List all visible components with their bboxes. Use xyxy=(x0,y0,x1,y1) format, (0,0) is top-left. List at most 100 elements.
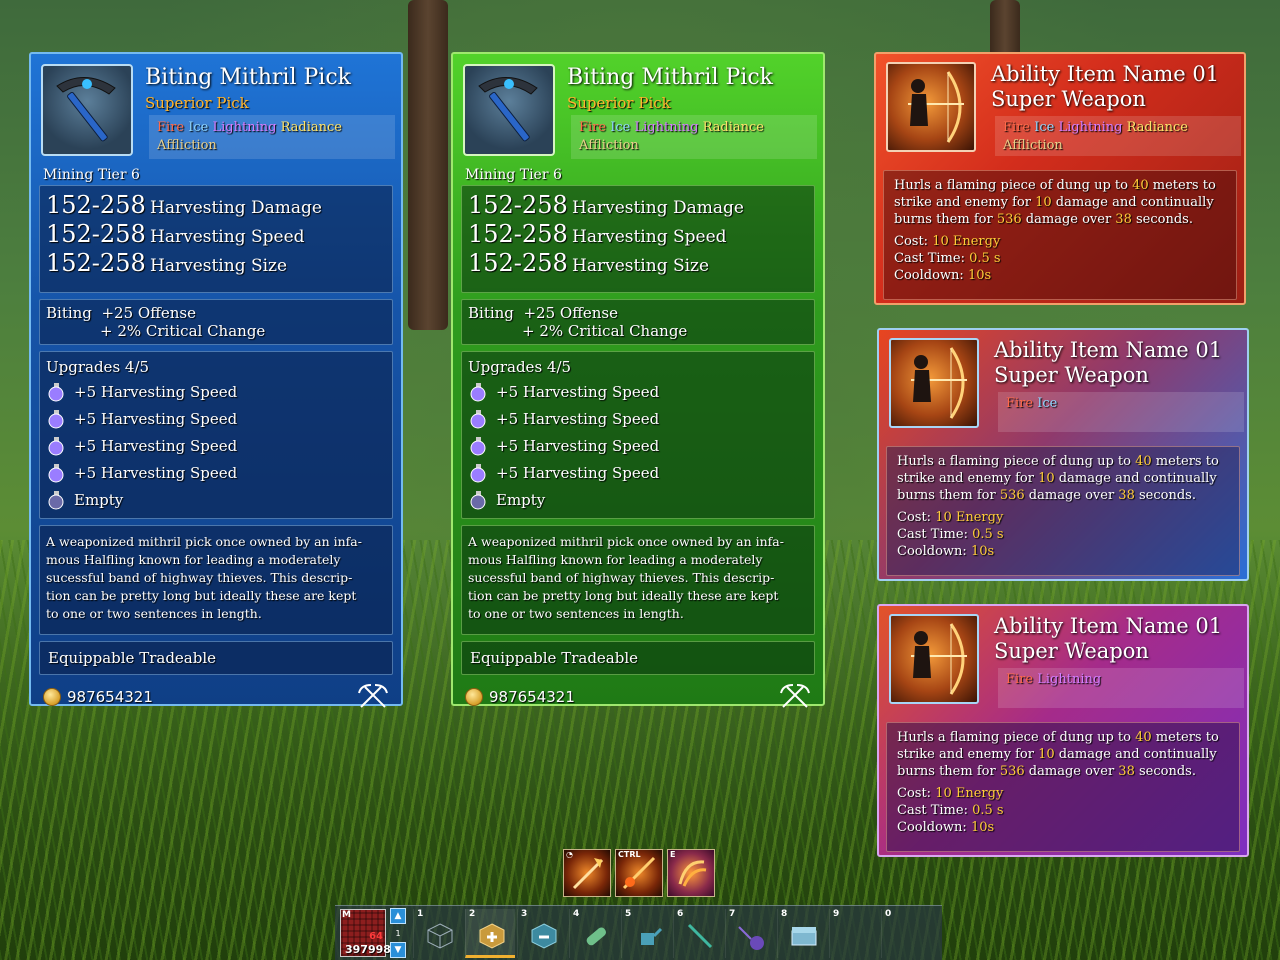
upgrade-row: +5 Harvesting Speed xyxy=(46,405,386,432)
description-line: to one or two sentences in length. xyxy=(468,606,684,621)
hotbar-slot-8[interactable]: 8 xyxy=(777,909,827,958)
ability-cooldown: Cooldown: 10s xyxy=(894,268,992,283)
item-footer: 987654321 xyxy=(461,679,815,715)
bonus-prefix: Biting xyxy=(468,304,514,322)
stat-row: 152-258 Harvesting Damage xyxy=(46,191,386,220)
empty-potion-icon xyxy=(470,490,486,509)
mouse-icon: ◔ xyxy=(566,850,573,859)
ability-description: Hurls a flaming piece of dung up to 40 m… xyxy=(886,446,1240,576)
upgrades-panel: Upgrades 4/5 +5 Harvesting Speed +5 Harv… xyxy=(39,351,393,519)
upgrade-row: Empty xyxy=(468,486,808,513)
stat-row: 152-258 Harvesting Speed xyxy=(468,220,808,249)
upgrade-label: +5 Harvesting Speed xyxy=(74,463,238,482)
element-fire: Fire xyxy=(579,120,607,135)
hotbar-slot-0[interactable]: 0 xyxy=(881,909,931,958)
element-radiance: Radiance xyxy=(702,120,764,135)
upgrade-label: +5 Harvesting Speed xyxy=(74,409,238,428)
ability-tooltip-fire: Ability Item Name 01 Super Weapon Fire Ic… xyxy=(874,52,1246,305)
pickaxe-icon xyxy=(463,64,555,156)
ability-title: Ability Item Name 01 xyxy=(994,338,1223,362)
hotbar-slot-6[interactable]: 6 xyxy=(673,909,723,958)
ability-cost: Cost: 10 Energy xyxy=(894,234,1001,249)
item-subtitle: Superior Pick xyxy=(145,94,249,112)
stat-label: Harvesting Size xyxy=(572,256,710,276)
archer-bow-icon xyxy=(889,338,979,428)
stat-row: 152-258 Harvesting Size xyxy=(46,249,386,278)
pickaxe-icon xyxy=(41,64,133,156)
item-name: Biting Mithril Pick xyxy=(145,65,351,90)
page-down-button[interactable]: ▼ xyxy=(390,942,406,958)
description-panel: A weaponized mithril pick once owned by … xyxy=(39,525,393,635)
element-fire: Fire xyxy=(1006,672,1034,687)
ability-cost: Cost: 10 Energy xyxy=(897,510,1004,525)
stat-label: Harvesting Speed xyxy=(572,227,727,247)
element-fire: Fire xyxy=(157,120,185,135)
upgrade-label: +5 Harvesting Speed xyxy=(496,409,660,428)
page-number: 1 xyxy=(395,929,401,938)
teal-cube-minus-icon xyxy=(531,923,557,949)
flags-panel: Equippable Tradeable xyxy=(39,641,393,675)
potion-icon xyxy=(470,409,486,428)
element-radiance: Radiance xyxy=(1126,120,1188,135)
skill-slot-ctrl[interactable]: CTRL xyxy=(615,849,663,897)
upgrades-title: Upgrades 4/5 xyxy=(46,358,150,376)
element-radiance: Radiance xyxy=(280,120,342,135)
upgrade-row: +5 Harvesting Speed xyxy=(468,459,808,486)
ability-title: Ability Item Name 01 xyxy=(994,614,1223,638)
upgrade-row: +5 Harvesting Speed xyxy=(46,432,386,459)
potion-icon xyxy=(470,382,486,401)
hotbar-slot-4[interactable]: 4 xyxy=(569,909,619,958)
page-up-button[interactable]: ▲ xyxy=(390,908,406,924)
skill-slot-bow[interactable]: ◔ xyxy=(563,849,611,897)
coin-icon xyxy=(43,688,61,707)
upgrade-row: +5 Harvesting Speed xyxy=(468,378,808,405)
ability-cast-time: Cast Time: 0.5 s xyxy=(897,527,1004,542)
element-lightning: Lightning xyxy=(1058,120,1123,135)
description-line: sucessful band of highway thieves. This … xyxy=(468,570,775,585)
upgrade-row: +5 Harvesting Speed xyxy=(46,459,386,486)
potion-icon xyxy=(48,382,64,401)
coin-icon xyxy=(465,688,483,707)
hotbar-slot-5[interactable]: 5 xyxy=(621,909,671,958)
upgrade-label: +5 Harvesting Speed xyxy=(496,436,660,455)
element-tags: Fire Ice Lightning Radiance Affliction xyxy=(571,115,817,159)
stat-value: 152-258 xyxy=(468,220,568,248)
hotbar-slot-2[interactable]: 2 xyxy=(465,909,515,958)
skill-key: E xyxy=(670,850,676,859)
stat-label: Harvesting Size xyxy=(150,256,288,276)
crossed-picks-icon xyxy=(780,684,810,708)
description-line: to one or two sentences in length. xyxy=(46,606,262,621)
element-lightning: Lightning xyxy=(212,120,277,135)
bonus-panel: Biting +25 Offense + 2% Critical Change xyxy=(39,299,393,345)
teal-staff-icon xyxy=(687,923,713,949)
archer-bow-icon xyxy=(889,614,979,704)
element-affliction: Affliction xyxy=(157,138,217,153)
stats-panel: 152-258 Harvesting Damage 152-258 Harvesti… xyxy=(461,185,815,293)
hotbar-slot-7[interactable]: 7 xyxy=(725,909,775,958)
element-lightning: Lightning xyxy=(1037,672,1102,687)
empty-potion-icon xyxy=(48,490,64,509)
ability-cooldown: Cooldown: 10s xyxy=(897,544,995,559)
description-line: tion can be pretty long but ideally thes… xyxy=(46,588,357,603)
item-tooltip-green: Biting Mithril Pick Superior Pick Fire I… xyxy=(451,52,825,708)
upgrade-label: Empty xyxy=(74,490,124,509)
skill-bar: ◔ CTRL E xyxy=(563,849,715,897)
ability-title: Ability Item Name 01 xyxy=(991,62,1220,86)
stat-label: Harvesting Damage xyxy=(572,198,744,218)
ability-cast-time: Cast Time: 0.5 s xyxy=(897,803,1004,818)
upgrades-panel: Upgrades 4/5 +5 Harvesting Speed +5 Harv… xyxy=(461,351,815,519)
bandage-icon xyxy=(586,927,607,946)
element-ice: Ice xyxy=(188,120,209,135)
hotbar-slot-3[interactable]: 3 xyxy=(517,909,567,958)
hotbar-slot-9[interactable]: 9 xyxy=(829,909,879,958)
upgrade-label: Empty xyxy=(496,490,546,509)
hotbar-slot-1[interactable]: 1 xyxy=(413,909,463,958)
material-slot[interactable]: M 64 397998 xyxy=(340,909,391,957)
element-tags: Fire Ice xyxy=(998,392,1244,432)
potion-icon xyxy=(48,463,64,482)
skill-slot-e[interactable]: E xyxy=(667,849,715,897)
skill-key: CTRL xyxy=(618,850,641,859)
element-affliction: Affliction xyxy=(1003,138,1063,153)
upgrades-title: Upgrades 4/5 xyxy=(468,358,572,376)
page-switcher: ▲ 1 ▼ xyxy=(390,908,406,959)
